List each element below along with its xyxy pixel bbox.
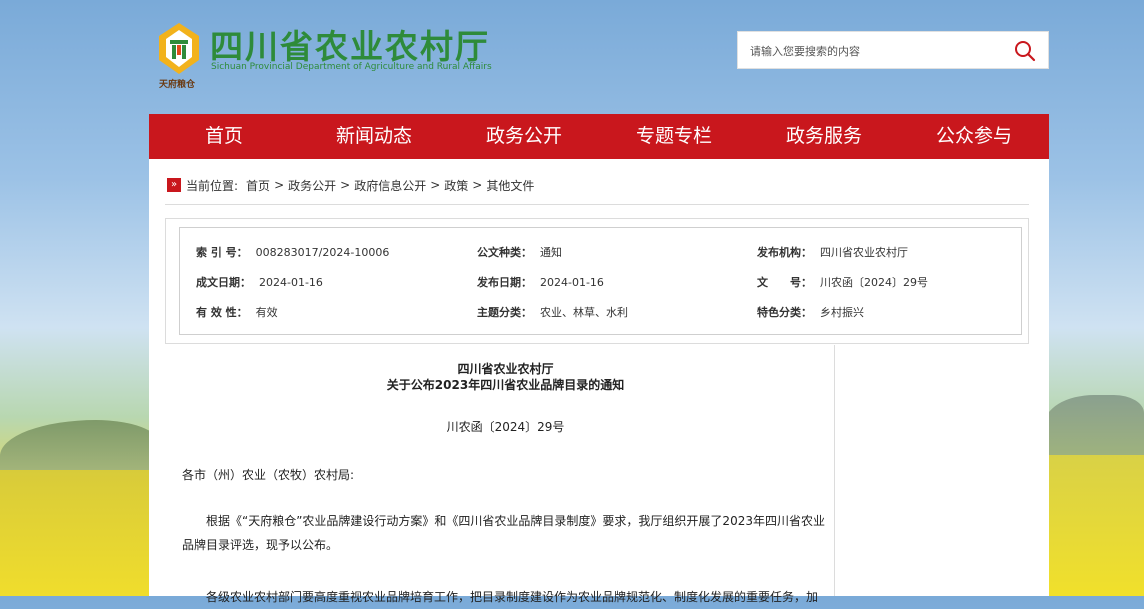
breadcrumb-other-docs[interactable]: 其他文件: [486, 177, 534, 194]
info-created-date: 成文日期： 2024-01-16: [196, 276, 323, 289]
site-subtitle: Sichuan Provincial Department of Agricul…: [211, 62, 492, 72]
info-issuer: 发布机构： 四川省农业农村厅: [757, 246, 908, 259]
main-nav: 首页 新闻动态 政务公开 专题专栏 政务服务 公众参与: [149, 114, 1049, 159]
article-salutation: 各市（州）农业（农牧）农村局:: [182, 468, 355, 482]
breadcrumb: » 当前位置: 首页 > 政务公开 > 政府信息公开 > 政策 > 其他文件: [167, 177, 534, 193]
double-chevron-icon: »: [167, 178, 181, 192]
breadcrumb-separator: >: [430, 178, 441, 192]
info-doc-number: 文 号： 川农函〔2024〕29号: [757, 276, 928, 289]
breadcrumb-separator: >: [340, 178, 351, 192]
info-published-date: 发布日期： 2024-01-16: [477, 276, 604, 289]
info-doc-type: 公文种类： 通知: [477, 246, 562, 259]
article-body: 四川省农业农村厅 关于公布2023年四川省农业品牌目录的通知 川农函〔2024〕…: [177, 345, 835, 604]
site-header: 天府粮仓 四川省农业农村厅 Sichuan Provincial Departm…: [155, 18, 1050, 90]
article-paragraph: 各级农业农村部门要高度重视农业品牌培育工作，把目录制度建设作为农业品牌规范化、制…: [206, 590, 819, 604]
breadcrumb-home[interactable]: 首页: [246, 177, 270, 194]
nav-item-news[interactable]: 新闻动态: [299, 114, 449, 159]
divider: [165, 204, 1029, 205]
background-field-left: [0, 470, 160, 596]
nav-item-topics[interactable]: 专题专栏: [599, 114, 749, 159]
doc-info-panel: 索 引 号： 008283017/2024-10006 公文种类： 通知 发布机构：…: [165, 218, 1029, 344]
breadcrumb-separator: >: [472, 178, 483, 192]
breadcrumb-policy[interactable]: 政策: [444, 177, 468, 194]
article-doc-number: 川农函〔2024〕29号: [446, 420, 565, 434]
breadcrumb-gov-affairs[interactable]: 政务公开: [288, 177, 336, 194]
search-input[interactable]: [748, 32, 1012, 70]
info-index: 索 引 号： 008283017/2024-10006: [196, 246, 390, 259]
info-validity: 有 效 性： 有效: [196, 306, 278, 319]
breadcrumb-prefix: 当前位置:: [186, 178, 239, 193]
logo-caption: 天府粮仓: [159, 80, 196, 90]
info-feature: 特色分类： 乡村振兴: [757, 306, 864, 319]
nav-item-gov-services[interactable]: 政务服务: [749, 114, 899, 159]
background-field-right: [1044, 455, 1144, 596]
article-paragraph: 根据《“天府粮仓”农业品牌建设行动方案》和《四川省农业品牌目录制度》要求，我厅组…: [182, 514, 825, 552]
doc-info-table: 索 引 号： 008283017/2024-10006 公文种类： 通知 发布机构：…: [179, 227, 1022, 335]
site-title[interactable]: 四川省农业农村厅: [210, 20, 490, 68]
article-title: 关于公布2023年四川省农业品牌目录的通知: [386, 378, 625, 392]
search-icon[interactable]: [1014, 40, 1036, 62]
breadcrumb-gov-info[interactable]: 政府信息公开: [354, 177, 426, 194]
search-box: [737, 31, 1049, 70]
breadcrumb-separator: >: [274, 178, 285, 192]
granary-logo-icon[interactable]: [158, 22, 200, 76]
nav-item-home[interactable]: 首页: [149, 114, 299, 159]
main-content: » 当前位置: 首页 > 政务公开 > 政府信息公开 > 政策 > 其他文件 索…: [149, 159, 1049, 604]
article-org: 四川省农业农村厅: [457, 362, 554, 376]
info-topic: 主题分类： 农业、林草、水利: [477, 306, 628, 319]
nav-item-public-participation[interactable]: 公众参与: [899, 114, 1049, 159]
nav-item-gov-affairs[interactable]: 政务公开: [449, 114, 599, 159]
background-hill-right: [1044, 395, 1144, 455]
